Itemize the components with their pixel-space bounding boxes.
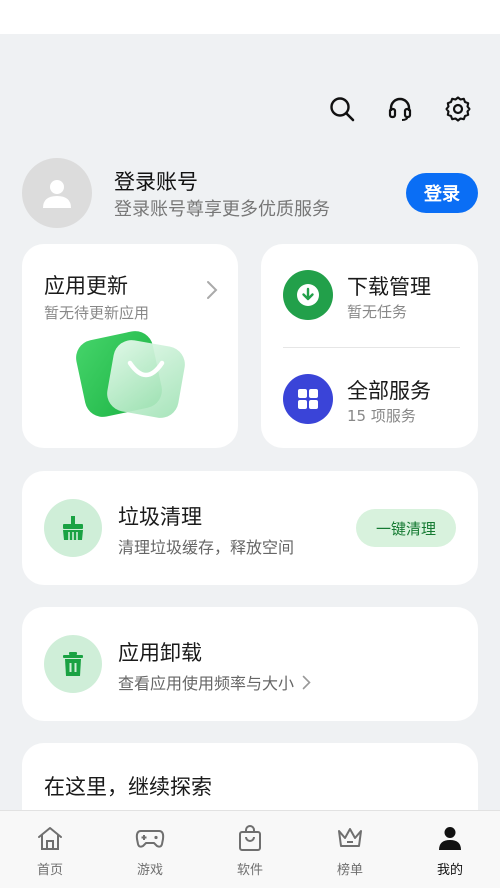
download-icon xyxy=(283,270,333,320)
search-icon[interactable] xyxy=(326,93,358,125)
tab-label: 游戏 xyxy=(136,863,163,878)
chevron-right-icon xyxy=(206,280,218,304)
all-services-title: 全部服务 xyxy=(347,379,431,403)
divider xyxy=(283,347,460,348)
chevron-right-icon xyxy=(302,675,311,694)
junk-cleanup-card[interactable]: 垃圾清理 清理垃圾缓存，释放空间 一键清理 xyxy=(22,471,478,585)
tab-mine[interactable]: 我的 xyxy=(400,811,500,888)
status-bar xyxy=(0,0,500,34)
junk-cleanup-subtitle: 清理垃圾缓存，释放空间 xyxy=(118,538,295,557)
person-icon xyxy=(437,825,463,855)
shopping-bag-icon xyxy=(237,825,263,855)
download-manager-subtitle: 暂无任务 xyxy=(347,303,408,321)
app-update-card[interactable]: 应用更新 暂无待更新应用 xyxy=(22,244,238,448)
tab-rankings[interactable]: 榜单 xyxy=(300,811,400,888)
app-update-illustration-icon xyxy=(72,329,192,429)
all-services-subtitle: 15 项服务 xyxy=(347,407,416,425)
services-card: 下载管理 暂无任务 全部服务 15 项服务 xyxy=(261,244,478,448)
login-subtitle: 登录账号尊享更多优质服务 xyxy=(114,199,330,220)
explore-title: 在这里，继续探索 xyxy=(44,775,212,799)
app-uninstall-card[interactable]: 应用卸载 查看应用使用频率与大小 xyxy=(22,607,478,721)
grid-icon xyxy=(283,374,333,424)
app-uninstall-subtitle: 查看应用使用频率与大小 xyxy=(118,670,311,694)
home-icon xyxy=(36,825,64,855)
tab-label: 首页 xyxy=(36,863,63,878)
junk-cleanup-title: 垃圾清理 xyxy=(118,505,202,529)
login-button[interactable]: 登录 xyxy=(406,173,478,213)
one-click-clean-button[interactable]: 一键清理 xyxy=(356,509,456,547)
tab-games[interactable]: 游戏 xyxy=(100,811,200,888)
app-uninstall-subtitle-text: 查看应用使用频率与大小 xyxy=(118,674,295,693)
trash-icon xyxy=(44,635,102,693)
all-services-item[interactable]: 全部服务 15 项服务 xyxy=(283,374,463,425)
crown-icon xyxy=(336,825,364,855)
broom-icon xyxy=(44,499,102,557)
tab-label: 我的 xyxy=(436,863,463,878)
profile-section: 登录账号 登录账号尊享更多优质服务 登录 xyxy=(22,158,478,228)
settings-icon[interactable] xyxy=(442,93,474,125)
tab-home[interactable]: 首页 xyxy=(0,811,100,888)
tab-label: 软件 xyxy=(236,863,263,878)
login-title[interactable]: 登录账号 xyxy=(114,166,198,196)
bottom-tab-bar: 首页 游戏 软件 榜单 我的 xyxy=(0,810,500,888)
download-manager-item[interactable]: 下载管理 暂无任务 xyxy=(283,270,463,321)
headset-icon[interactable] xyxy=(384,93,416,125)
app-update-subtitle: 暂无待更新应用 xyxy=(44,304,150,322)
avatar[interactable] xyxy=(22,158,92,228)
tab-label: 榜单 xyxy=(336,863,363,878)
download-manager-title: 下载管理 xyxy=(347,275,431,299)
tab-software[interactable]: 软件 xyxy=(200,811,300,888)
header-actions xyxy=(326,93,474,125)
app-uninstall-title: 应用卸载 xyxy=(118,641,202,665)
gamepad-icon xyxy=(135,825,165,855)
app-update-title: 应用更新 xyxy=(44,274,128,298)
